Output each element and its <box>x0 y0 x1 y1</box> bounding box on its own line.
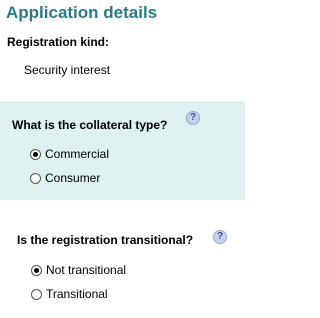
consumer-radio-option[interactable]: Consumer <box>30 170 100 186</box>
not-transitional-radio-option[interactable]: Not transitional <box>31 262 126 278</box>
registration-kind-value: Security interest <box>24 63 111 77</box>
radio-selected-icon[interactable] <box>30 148 41 160</box>
radio-unselected-icon[interactable] <box>30 172 41 184</box>
consumer-radio-label[interactable]: Consumer <box>45 171 100 185</box>
radio-selected-icon[interactable] <box>31 264 42 276</box>
page-title: Application details <box>6 3 158 22</box>
radio-unselected-icon[interactable] <box>31 288 42 300</box>
collateral-help-icon[interactable]: ? <box>186 111 200 125</box>
collateral-type-question: What is the collateral type? <box>12 118 168 132</box>
application-details-page: Application details Registration kind: S… <box>0 0 245 318</box>
not-transitional-radio-label[interactable]: Not transitional <box>46 263 126 277</box>
transitional-help-icon[interactable]: ? <box>213 230 227 244</box>
commercial-radio-label[interactable]: Commercial <box>45 147 109 161</box>
transitional-question: Is the registration transitional? <box>17 233 194 247</box>
commercial-radio-option[interactable]: Commercial <box>30 146 109 162</box>
transitional-radio-label[interactable]: Transitional <box>46 287 108 301</box>
registration-kind-label: Registration kind: <box>7 35 110 49</box>
transitional-radio-option[interactable]: Transitional <box>31 286 108 302</box>
